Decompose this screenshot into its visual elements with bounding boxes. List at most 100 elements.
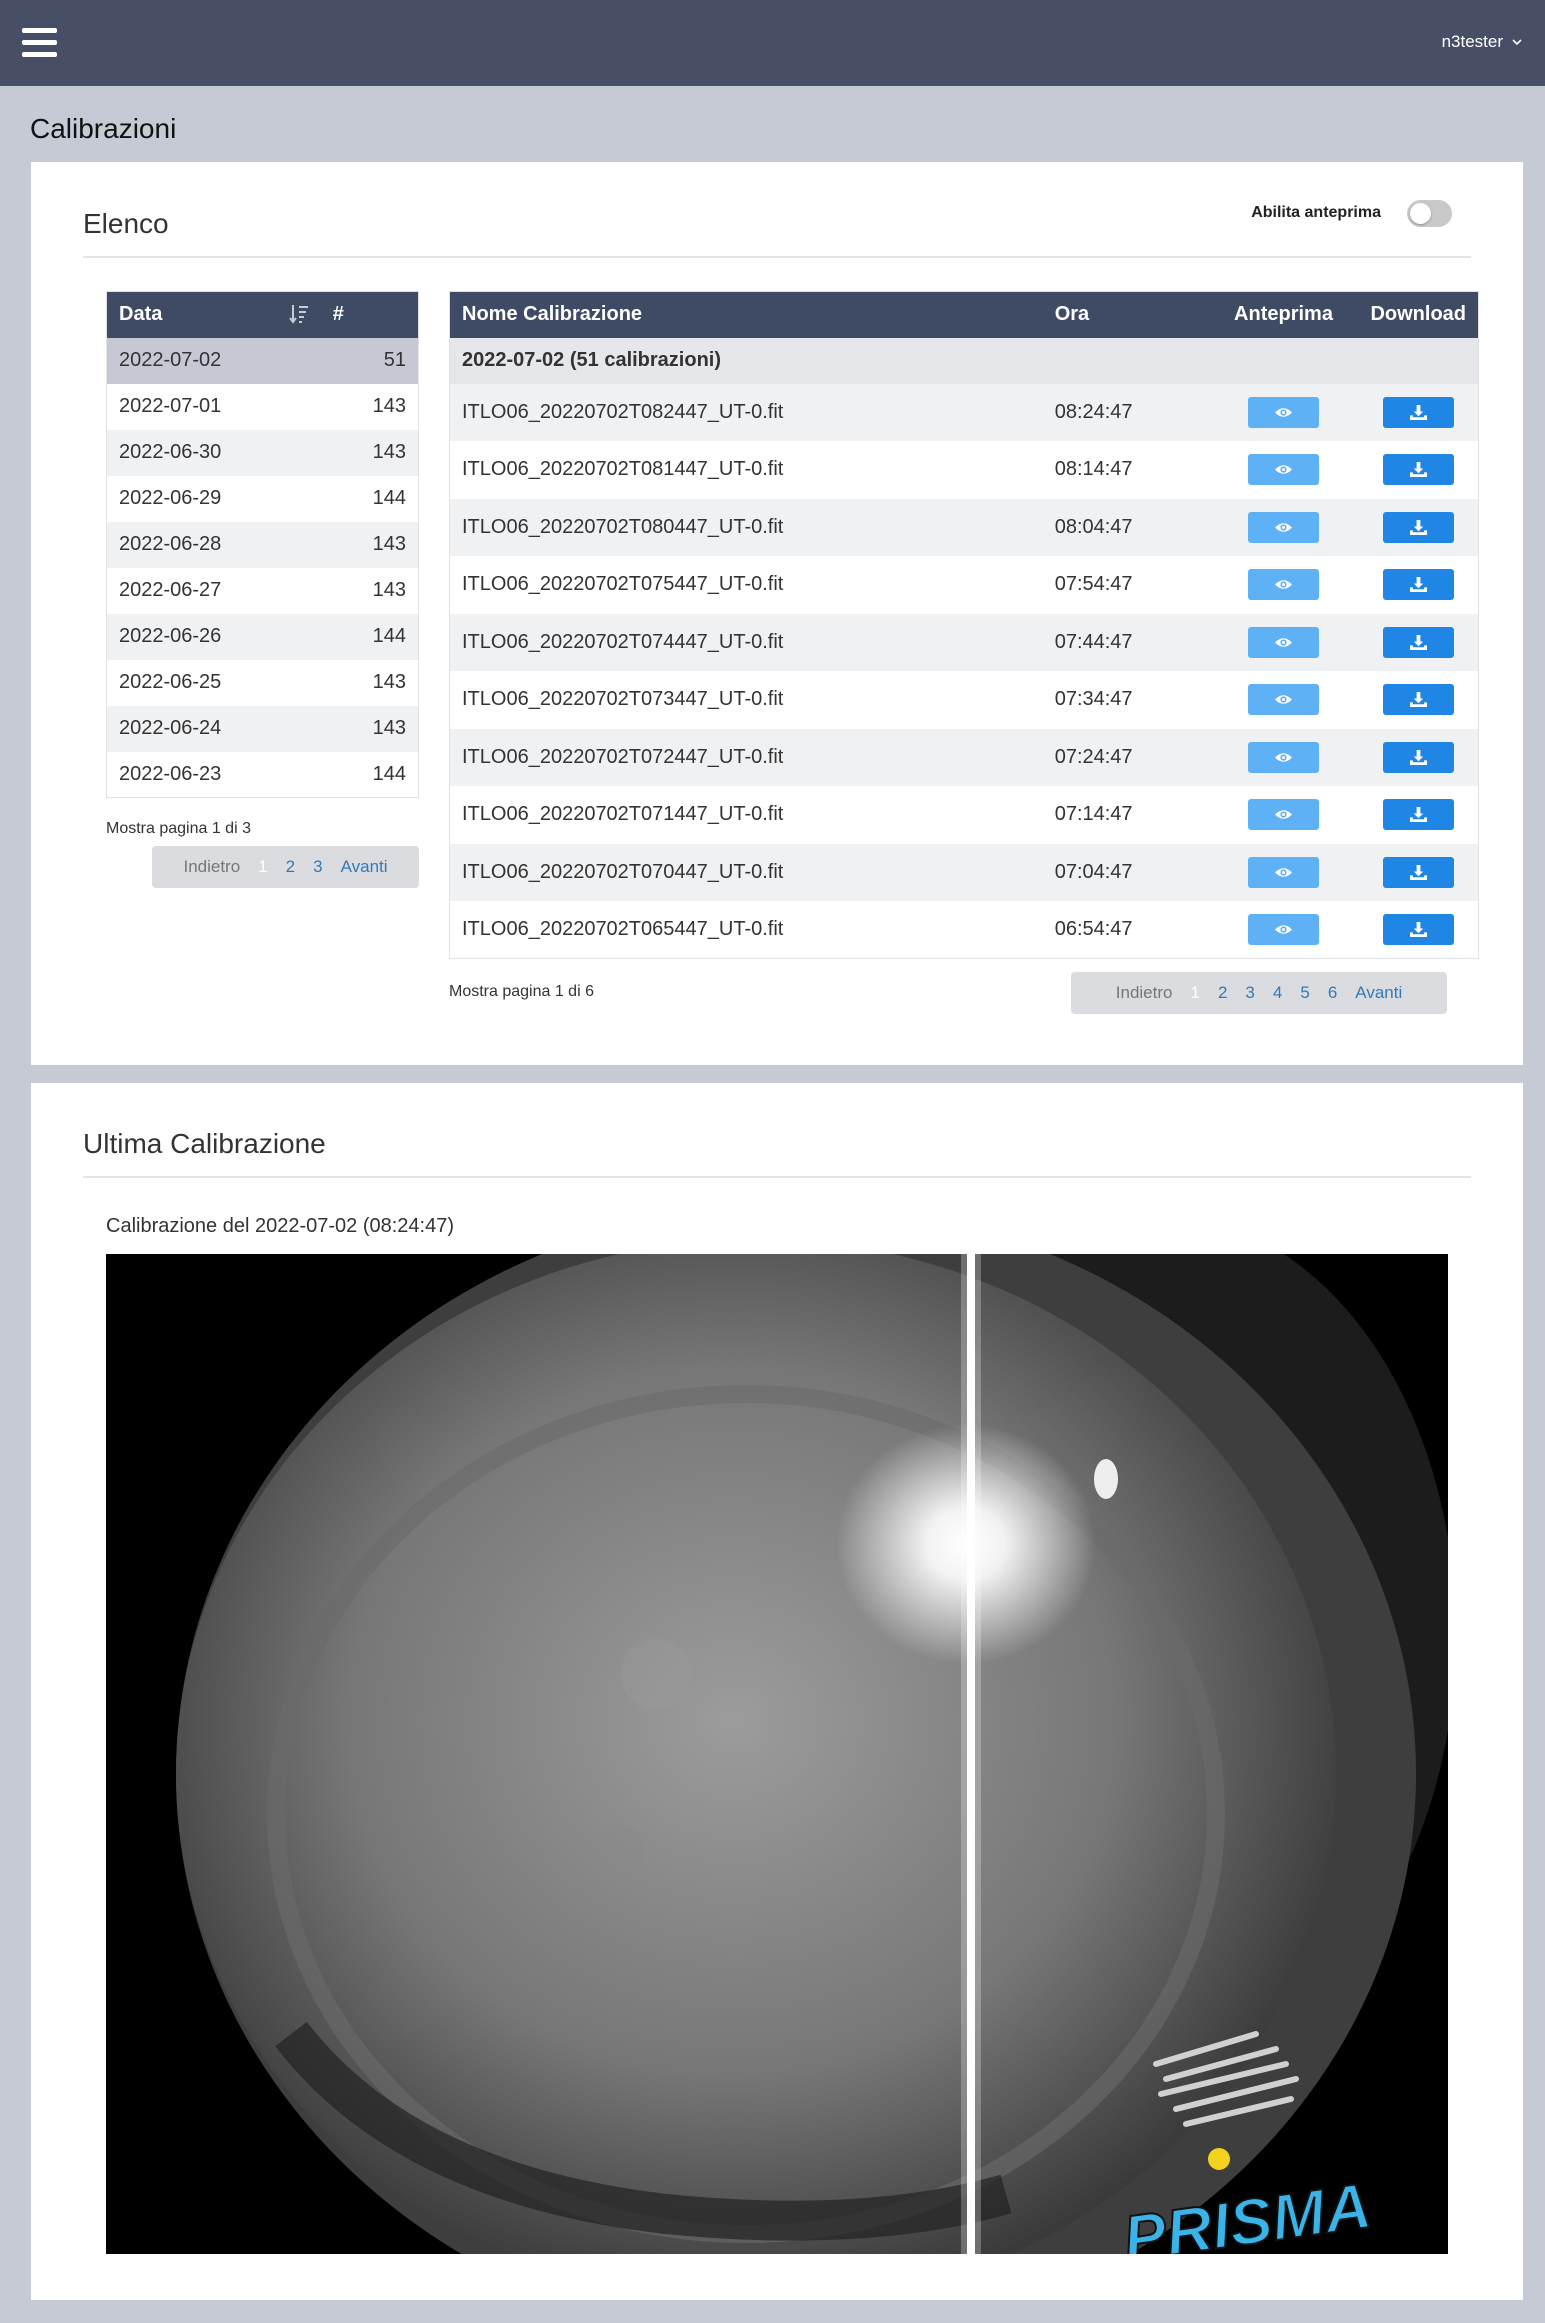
preview-button[interactable] [1247,569,1319,601]
pagination-page-4[interactable]: 4 [1264,983,1291,1003]
download-button[interactable] [1382,684,1454,716]
ultima-title: Ultima Calibrazione [83,1128,326,1159]
download-button[interactable] [1382,914,1454,945]
date-cell: 2022-06-27 [119,579,222,601]
files-page-info: Mostra pagina 1 di 6 [449,983,594,1000]
preview-button[interactable] [1247,511,1319,543]
pagination-page-1[interactable]: 1 [1181,983,1208,1003]
date-cell: 2022-06-26 [106,613,321,660]
download-cell [1358,728,1479,786]
column-header-data[interactable]: Data [106,291,321,338]
download-button[interactable] [1382,741,1454,773]
eye-icon [1274,522,1293,532]
preview-cell [1209,556,1359,614]
pagination-page-5[interactable]: 5 [1291,983,1318,1003]
calibration-name: ITLO06_20220702T075447_UT-0.fit [462,573,784,596]
count-cell: 143 [320,705,419,752]
pagination-page-3[interactable]: 3 [304,857,331,877]
download-button[interactable] [1382,396,1454,428]
pagination-page-1[interactable]: 1 [249,857,276,877]
preview-button[interactable] [1247,396,1319,428]
calibration-time: 07:44:47 [1042,613,1209,671]
hamburger-menu-icon[interactable] [22,28,57,57]
column-header-download: Download [1358,291,1479,338]
user-menu[interactable]: n3tester [1442,32,1523,52]
preview-toggle-label: Abilita anteprima [1251,204,1381,221]
calibrations-table: Nome Calibrazione Ora Anteprima Download… [449,291,1479,959]
pagination-page-2[interactable]: 2 [1209,983,1236,1003]
pagination-page-2[interactable]: 2 [277,857,304,877]
calibration-time: 07:04:47 [1042,843,1209,901]
preview-cell [1208,498,1359,556]
calibration-row: ITLO06_20220702T080447_UT-0.fit 08:04:47 [449,498,1479,556]
calibration-row: ITLO06_20220702T075447_UT-0.fit 07:54:47 [450,556,1479,614]
download-button[interactable] [1382,799,1454,831]
download-icon [1409,577,1427,593]
chevron-down-icon [1512,39,1522,46]
eye-icon [1274,695,1293,705]
top-navbar: n3tester [0,0,1545,86]
preview-cell [1208,383,1359,441]
calibration-image: PRISMA [106,1254,1448,2254]
elenco-title: Elenco [83,208,169,239]
preview-button[interactable] [1247,914,1319,945]
preview-button[interactable] [1247,741,1319,773]
sort-descending-icon[interactable] [288,303,309,325]
download-button[interactable] [1382,856,1454,888]
calibration-caption: Calibrazione del 2022-07-02 (08:24:47) [106,1215,455,1237]
eye-icon [1274,637,1293,647]
group-row-label: 2022-07-02 (51 calibrazioni) [449,337,1479,384]
date-row[interactable]: 2022-06-30 143 [106,429,419,476]
calibration-time: 06:54:47 [1054,918,1133,940]
date-cell: 2022-06-24 [106,705,321,752]
download-icon [1409,634,1427,650]
date-row[interactable]: 2022-06-29 144 [107,476,419,522]
download-icon [1409,692,1427,708]
download-button[interactable] [1382,511,1454,543]
calibration-row: ITLO06_20220702T072447_UT-0.fit 07:24:47 [449,728,1479,786]
date-cell: 2022-06-29 [119,487,222,509]
preview-toggle[interactable] [1407,200,1452,227]
calibration-row: ITLO06_20220702T065447_UT-0.fit 06:54:47 [450,901,1479,959]
column-header-nome[interactable]: Nome Calibrazione [449,291,1043,338]
date-row[interactable]: 2022-06-23 144 [107,752,419,798]
user-name: n3tester [1441,32,1503,51]
count-cell: 144 [320,613,419,660]
pagination-prev[interactable]: Indietro [1107,983,1182,1003]
download-button[interactable] [1382,626,1454,658]
eye-icon [1274,752,1293,762]
pagination-page-3[interactable]: 3 [1236,983,1263,1003]
pagination-next[interactable]: Avanti [1346,983,1411,1003]
calibration-name: ITLO06_20220702T080447_UT-0.fit [449,498,1043,556]
download-cell [1358,786,1478,844]
date-row[interactable]: 2022-06-27 143 [107,568,419,614]
calibration-time: 07:24:47 [1042,728,1209,786]
calibration-time: 07:34:47 [1054,688,1133,711]
download-cell [1358,556,1478,614]
pagination-prev[interactable]: Indietro [174,857,249,877]
date-cell: 2022-06-28 [106,521,321,568]
preview-button[interactable] [1247,856,1319,888]
download-icon [1409,519,1427,535]
pagination-next[interactable]: Avanti [332,857,397,877]
preview-button[interactable] [1247,799,1319,831]
date-row[interactable]: 2022-07-01 143 [107,384,419,430]
date-row[interactable]: 2022-06-26 144 [106,613,419,660]
preview-button[interactable] [1247,684,1319,716]
pagination-page-6[interactable]: 6 [1319,983,1346,1003]
calibration-name: ITLO06_20220702T074447_UT-0.fit [449,613,1043,671]
download-button[interactable] [1382,454,1454,486]
date-row[interactable]: 2022-07-02 51 [106,337,419,384]
calibration-name: ITLO06_20220702T082447_UT-0.fit [449,383,1043,441]
column-header-count[interactable]: # [320,291,419,338]
preview-button[interactable] [1247,454,1319,486]
preview-button[interactable] [1247,626,1319,658]
column-header-ora[interactable]: Ora [1042,291,1209,338]
page-title: Calibrazioni [30,113,177,144]
date-row[interactable]: 2022-06-25 143 [107,660,419,706]
calibration-name: ITLO06_20220702T071447_UT-0.fit [462,803,784,826]
download-button[interactable] [1382,569,1454,601]
download-icon [1409,807,1427,823]
date-row[interactable]: 2022-06-28 143 [106,521,419,568]
date-row[interactable]: 2022-06-24 143 [106,705,419,752]
